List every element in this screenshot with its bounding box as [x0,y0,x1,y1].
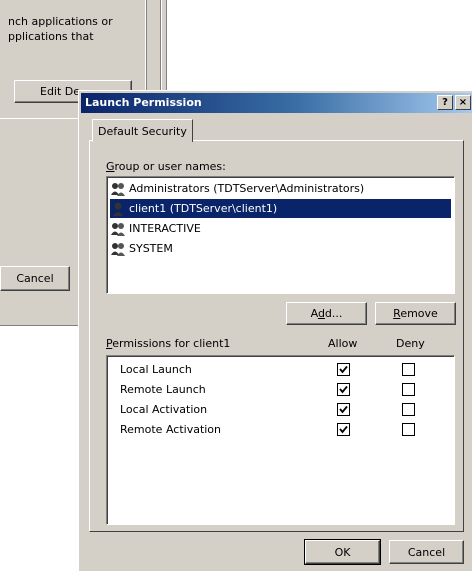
background-edit-default-label: Edit De [40,85,81,98]
tab-default-security[interactable]: Default Security [92,119,193,142]
tab-default-security-label: Default Security [98,124,187,138]
permission-row: Remote Activation [117,420,447,440]
user-icon [110,201,126,217]
checkmark-icon [339,405,348,414]
close-button[interactable]: × [455,95,471,110]
allow-checkbox[interactable] [337,363,350,376]
background-description-text: nch applications or pplications that [8,15,113,43]
close-icon: × [458,97,468,108]
deny-header: Deny [396,337,425,350]
permission-row: Local Activation [117,400,447,420]
deny-checkbox[interactable] [402,383,415,396]
checkmark-icon [339,365,348,374]
group-icon [110,221,126,237]
group-icon [110,181,126,197]
user-list-item[interactable]: Administrators (TDTServer\Administrators… [110,179,451,198]
dialog-title: Launch Permission [85,96,202,109]
remove-button-label: Remove [393,307,438,320]
user-name: client1 (TDTServer\client1) [129,202,278,215]
cancel-button[interactable]: Cancel [389,540,464,564]
deny-checkbox[interactable] [402,423,415,436]
help-button[interactable]: ? [437,95,453,110]
add-button[interactable]: Add... [286,302,367,325]
user-list-item[interactable]: INTERACTIVE [110,219,451,238]
allow-checkbox[interactable] [337,383,350,396]
launch-permission-dialog: Launch Permission ? × Default Security G… [78,90,472,571]
permission-name: Remote Activation [120,423,222,436]
permission-name: Local Activation [120,403,208,416]
tab-panel: Group or user names: Administrators (TDT… [89,140,464,532]
cancel-button-label: Cancel [407,545,446,559]
permissions-list: Local Launch Remote Launch Local Activatio… [106,355,455,525]
allow-checkbox[interactable] [337,423,350,436]
help-icon: ? [442,97,448,108]
remove-button[interactable]: Remove [375,302,456,325]
allow-checkbox[interactable] [337,403,350,416]
deny-checkbox[interactable] [402,363,415,376]
user-name: Administrators (TDTServer\Administrators… [129,182,365,195]
user-name: INTERACTIVE [129,222,201,235]
background-cancel-button[interactable]: Cancel [0,266,70,291]
permissions-label: Permissions for client1 [106,337,231,350]
checkmark-icon [339,385,348,394]
ok-button-label: OK [334,545,351,559]
permission-row: Remote Launch [117,380,447,400]
user-list[interactable]: Administrators (TDTServer\Administrators… [106,176,455,294]
permission-row: Local Launch [117,360,447,380]
deny-checkbox[interactable] [402,403,415,416]
background-cancel-label: Cancel [16,272,54,285]
user-list-item[interactable]: SYSTEM [110,239,451,258]
add-button-label: Add... [310,307,343,320]
group-or-user-names-label: Group or user names: [106,160,226,173]
permission-name: Local Launch [120,363,192,376]
user-name: SYSTEM [129,242,173,255]
checkmark-icon [339,425,348,434]
allow-header: Allow [328,337,358,350]
group-icon [110,241,126,257]
user-list-item[interactable]: client1 (TDTServer\client1) [110,199,451,218]
permission-name: Remote Launch [120,383,206,396]
title-bar[interactable]: Launch Permission ? × [81,93,472,113]
ok-button[interactable]: OK [304,539,381,565]
